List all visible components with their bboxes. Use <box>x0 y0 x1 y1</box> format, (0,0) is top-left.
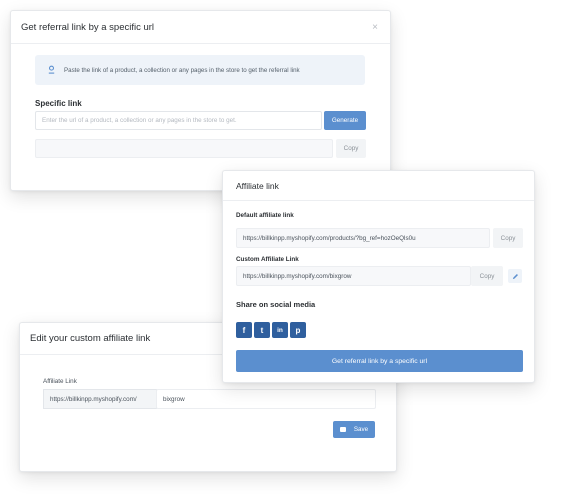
edit-button[interactable] <box>508 269 522 283</box>
modal-title: Get referral link by a specific url <box>21 21 155 33</box>
specific-link-label: Specific link <box>35 99 82 108</box>
pencil-icon <box>512 267 519 285</box>
custom-link-label: Custom Affiliate Link <box>236 256 299 263</box>
custom-slug-input[interactable]: bixgrow <box>156 389 376 409</box>
referral-result-field[interactable] <box>35 139 333 158</box>
affiliate-link-card: Affiliate link Default affiliate link ht… <box>222 170 535 383</box>
card-title: Affiliate link <box>236 180 279 191</box>
affiliate-link-label: Affiliate Link <box>43 378 77 385</box>
card-header: Affiliate link <box>223 171 534 201</box>
custom-link-field[interactable]: https://billkinpp.myshopify.com/bixgrow <box>236 266 471 286</box>
save-label: Save <box>353 426 369 433</box>
url-prefix: https://billkinpp.myshopify.com/ <box>43 389 157 409</box>
share-label: Share on social media <box>236 300 316 309</box>
pinterest-icon[interactable]: p <box>290 322 306 338</box>
facebook-icon[interactable]: f <box>236 322 252 338</box>
save-icon <box>339 427 346 432</box>
save-button[interactable]: Save <box>333 421 375 438</box>
referral-link-modal: Get referral link by a specific url × Pa… <box>10 10 391 191</box>
modal-title: Edit your custom affiliate link <box>30 333 151 344</box>
copy-default-button[interactable]: Copy <box>493 228 523 248</box>
default-link-label: Default affiliate link <box>236 212 294 219</box>
pin-icon <box>47 61 56 79</box>
close-icon[interactable]: × <box>372 22 378 33</box>
default-link-field[interactable]: https://billkinpp.myshopify.com/products… <box>236 228 490 248</box>
copy-button[interactable]: Copy <box>336 139 366 158</box>
info-text: Paste the link of a product, a collectio… <box>64 66 300 74</box>
modal-header: Get referral link by a specific url × <box>11 11 390 44</box>
twitter-icon[interactable]: t <box>254 322 270 338</box>
specific-link-input[interactable]: Enter the url of a product, a collection… <box>35 111 322 130</box>
linkedin-icon[interactable]: in <box>272 322 288 338</box>
info-banner: Paste the link of a product, a collectio… <box>35 55 365 85</box>
referral-link-button[interactable]: Get referral link by a specific url <box>236 350 523 372</box>
generate-button[interactable]: Generate <box>324 111 366 130</box>
copy-custom-button[interactable]: Copy <box>471 266 503 286</box>
